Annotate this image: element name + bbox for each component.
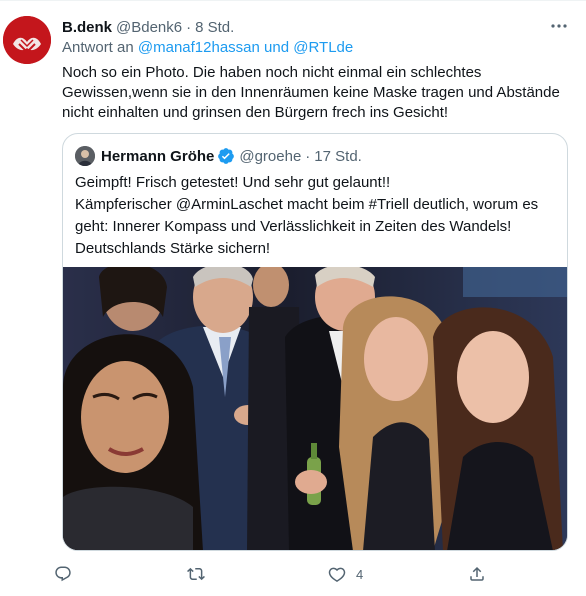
tweet-text: Noch so ein Photo. Die haben noch nicht … [62,63,567,123]
tweet-text-line: Gewissen,wenn sie in den Innenräumen kei… [62,84,560,101]
quoted-text-line: Geimpft! Frisch getestet! Und sehr gut g… [75,174,391,191]
quoted-tweet-photo[interactable] [63,267,567,550]
heart-icon [328,565,346,583]
separator-dot: · [186,18,192,36]
quoted-tweet-text: Geimpft! Frisch getestet! Und sehr gut g… [75,172,557,260]
share-icon [468,565,486,583]
quoted-tweet-card[interactable]: Hermann Gröhe @groehe · 17 Std. Geimpft!… [62,133,568,551]
reply-prefix: Antwort an [62,39,134,56]
reply-conjunction: und [264,39,290,56]
tweet-actions-bar: 4 [54,560,494,588]
reply-icon [54,565,72,583]
tweet-timestamp[interactable]: 8 Std. [195,19,234,36]
top-divider [0,0,586,1]
quoted-text-line: Kämpferischer @ArminLaschet macht beim #… [75,196,539,213]
more-options-button[interactable] [547,16,571,40]
tweet-text-line: Noch so ein Photo. Die haben noch nicht … [62,64,482,81]
tweet-text-line: nicht einhalten und grinsen den Bürgern … [62,104,449,121]
author-avatar[interactable] [3,16,51,64]
like-button[interactable]: 4 [328,560,363,588]
retweet-icon [187,565,205,583]
reply-mention-link[interactable]: @RTLde [293,39,353,56]
quoted-author-handle: @groehe [239,147,302,165]
more-horizontal-icon [550,17,568,40]
reply-mention-link[interactable]: @manaf12hassan [138,39,260,56]
reply-button[interactable] [54,560,82,588]
author-handle[interactable]: @Bdenk6 [116,19,182,36]
like-count: 4 [356,566,364,582]
quoted-tweet-header: Hermann Gröhe @groehe · 17 Std. [75,146,362,166]
retweet-button[interactable] [187,560,215,588]
reply-context: Antwort an @manaf12hassan und @RTLde [62,39,353,56]
quoted-text-line: geht: Innerer Kompass und Verlässlichkei… [75,218,512,235]
quoted-author-avatar [75,146,95,166]
share-button[interactable] [468,560,496,588]
author-name[interactable]: B.denk [62,19,112,36]
quoted-text-line: Deutschlands Stärke sichern! [75,240,271,257]
quoted-author-name: Hermann Gröhe [101,147,215,165]
verified-badge-icon [217,147,235,165]
separator-dot: · [305,147,311,165]
quoted-tweet-timestamp: 17 Std. [314,147,362,165]
tweet-header: B.denk @Bdenk6 · 8 Std. [62,17,234,37]
